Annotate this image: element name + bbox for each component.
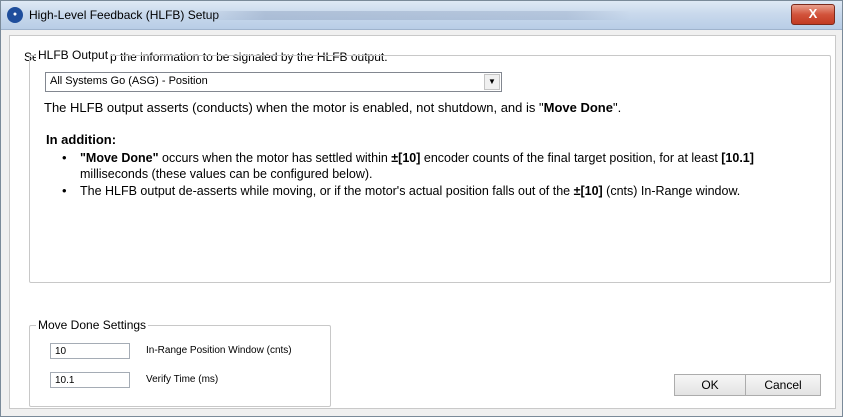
bullet1-text-a: occurs when the motor has settled within [158,151,392,165]
hlfb-output-group: HLFB Output All Systems Go (ASG) - Posit… [29,48,831,283]
hlfb-output-group-label: HLFB Output [36,48,111,62]
title-bar[interactable]: ● High-Level Feedback (HLFB) Setup X [1,1,842,30]
verify-time-field[interactable]: 10.1 [50,372,130,388]
move-done-group-label: Move Done Settings [36,318,149,332]
addition-bullet-list: • "Move Done" occurs when the motor has s… [54,150,824,200]
hlfb-mode-selected-value: All Systems Go (ASG) - Position [50,75,208,87]
close-button[interactable]: X [791,4,835,25]
window-title: High-Level Feedback (HLFB) Setup [29,8,220,22]
blurred-title-region [201,11,631,20]
bullet1-text-c: milliseconds (these values can be config… [80,167,373,181]
app-icon: ● [7,7,23,23]
in-addition-heading: In addition: [46,132,117,147]
description-prefix: The HLFB output asserts (conducts) when … [44,100,544,115]
chevron-down-icon[interactable]: ▼ [484,74,500,90]
description-suffix: ". [612,100,622,115]
description-move-done: Move Done [543,100,613,115]
cancel-button[interactable]: Cancel [745,374,821,396]
bullet1-text-b: encoder counts of the final target posit… [420,151,722,165]
list-item: • "Move Done" occurs when the motor has s… [54,150,824,182]
verify-time-label: Verify Time (ms) [146,374,219,385]
hlfb-mode-select[interactable]: All Systems Go (ASG) - Position ▼ [45,72,502,92]
ok-button[interactable]: OK [674,374,746,396]
list-item: • The HLFB output de-asserts while moving… [54,183,824,199]
bullet1-time-value: [10.1] [721,151,754,165]
position-window-field[interactable]: 10 [50,343,130,359]
bullet-icon: • [62,183,67,198]
bullet2-text-b: (cnts) In-Range window. [602,184,741,198]
hlfb-description: The HLFB output asserts (conducts) when … [44,100,621,115]
hlfb-setup-dialog: ● High-Level Feedback (HLFB) Setup X Sel… [0,0,843,417]
bullet2-text-a: The HLFB output de-asserts while moving,… [80,184,574,198]
bullet-icon: • [62,150,67,165]
bullet1-move-done: "Move Done" [80,151,159,165]
position-window-label: In-Range Position Window (cnts) [146,345,292,356]
bullet2-window-value: ±[10] [573,184,603,198]
move-done-settings-group: Move Done Settings 10 In-Range Position … [29,318,331,407]
bullet1-window-value: ±[10] [391,151,421,165]
